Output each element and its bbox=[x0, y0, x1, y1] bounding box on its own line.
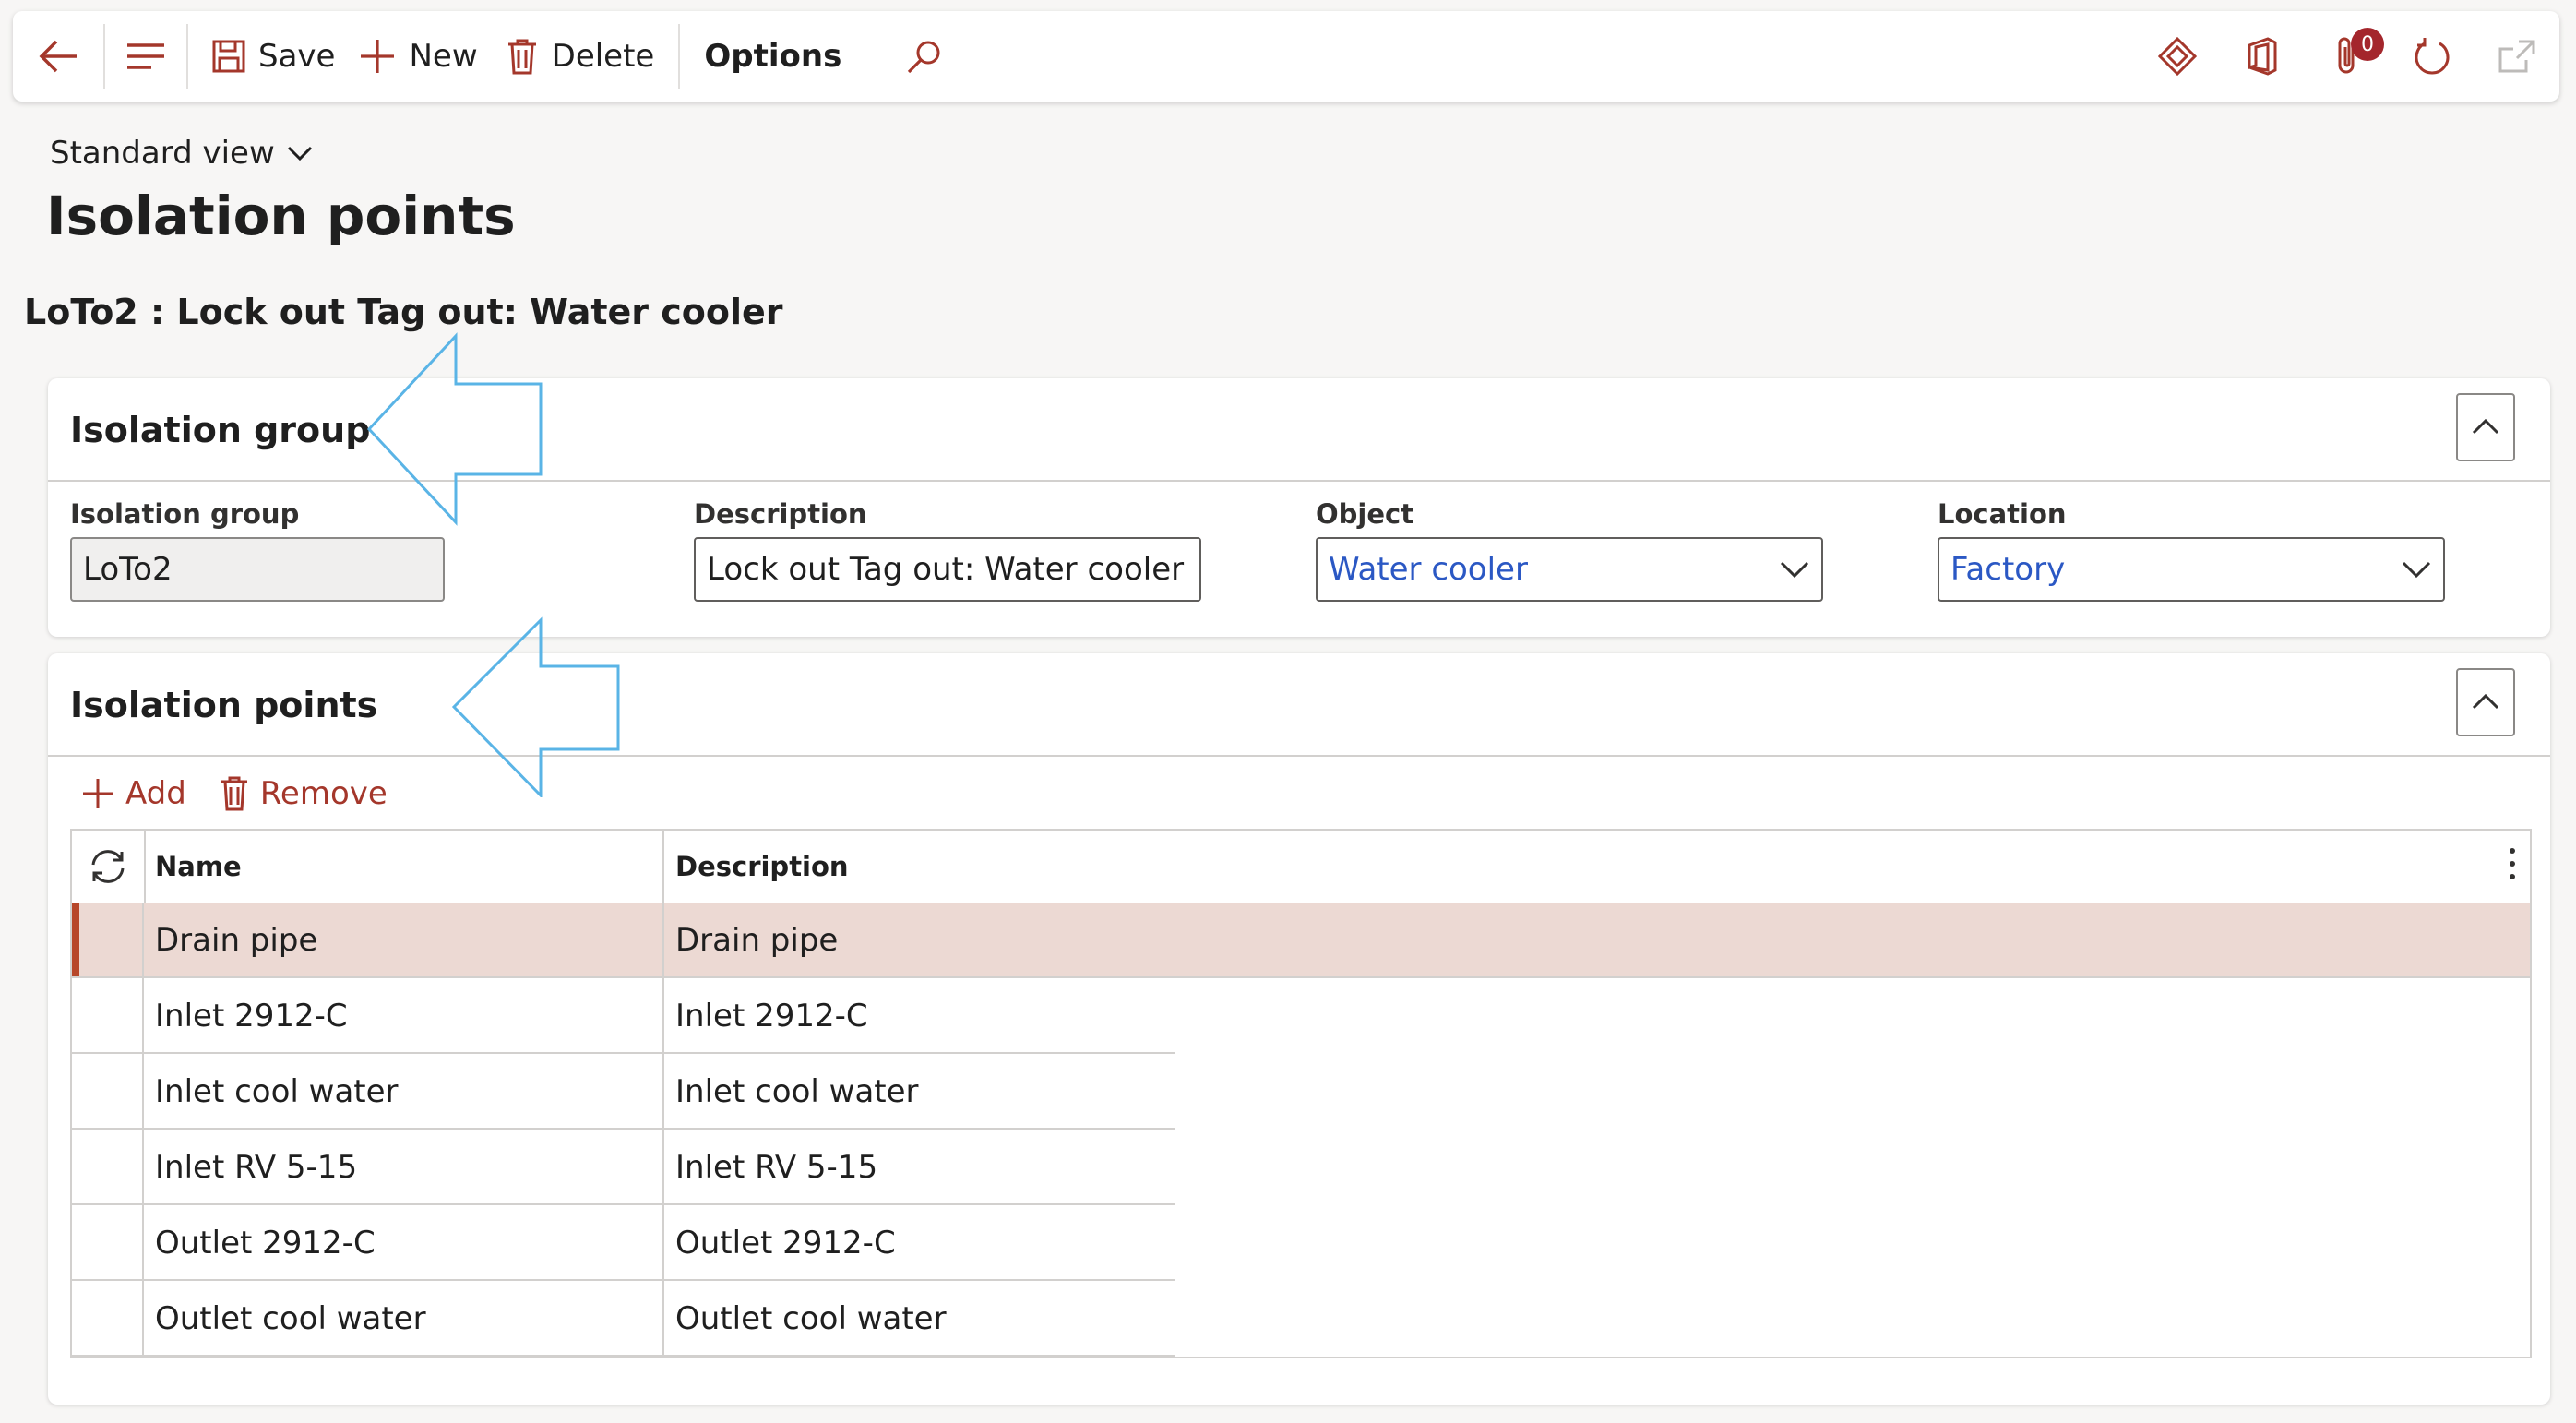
delete-button[interactable]: Delete bbox=[506, 11, 679, 102]
description-input[interactable]: Lock out Tag out: Water cooler bbox=[694, 537, 1201, 602]
isolation-points-panel: Isolation points Add Remove Name Descrip… bbox=[48, 653, 2550, 1405]
object-value: Water cooler bbox=[1329, 551, 1528, 588]
row-selector[interactable] bbox=[72, 1281, 144, 1357]
column-header-name[interactable]: Name bbox=[155, 851, 242, 882]
refresh-icon bbox=[91, 850, 125, 883]
description-label: Description bbox=[694, 498, 867, 530]
select-all-cell[interactable] bbox=[72, 831, 146, 903]
add-button[interactable]: Add bbox=[81, 775, 186, 812]
attachments-button[interactable]: 0 bbox=[2305, 11, 2390, 102]
column-divider bbox=[662, 831, 664, 903]
description-cell[interactable]: Drain pipe bbox=[664, 903, 838, 978]
row-selector[interactable] bbox=[72, 903, 144, 978]
open-new-window-button[interactable] bbox=[2475, 11, 2559, 102]
table-row[interactable]: Inlet 2912-C Inlet 2912-C bbox=[72, 978, 2530, 1054]
location-value: Factory bbox=[1950, 551, 2066, 588]
chevron-down-icon bbox=[287, 146, 312, 161]
description-cell[interactable]: Outlet cool water bbox=[664, 1281, 947, 1357]
description-cell[interactable]: Inlet cool water bbox=[664, 1054, 919, 1130]
trash-icon bbox=[221, 776, 247, 811]
chevron-down-icon[interactable] bbox=[1779, 559, 1810, 580]
table-row[interactable]: Inlet cool water Inlet cool water bbox=[72, 1054, 2530, 1130]
remove-button[interactable]: Remove bbox=[220, 775, 388, 812]
popout-icon bbox=[2498, 40, 2535, 73]
row-selector[interactable] bbox=[72, 978, 144, 1054]
table-row[interactable]: Inlet RV 5-15 Inlet RV 5-15 bbox=[72, 1130, 2530, 1205]
grid-header: Name Description bbox=[72, 831, 2530, 904]
row-divider bbox=[72, 1355, 1175, 1357]
isolation-points-title: Isolation points bbox=[70, 685, 378, 725]
annotation-arrow-icon bbox=[451, 616, 620, 797]
search-icon bbox=[908, 41, 940, 74]
plus-icon bbox=[83, 779, 113, 808]
plus-icon bbox=[361, 40, 395, 73]
search-button[interactable] bbox=[897, 11, 952, 102]
refresh-button[interactable] bbox=[2390, 11, 2475, 102]
chevron-up-icon bbox=[2472, 418, 2499, 435]
object-field: Object Water cooler bbox=[1316, 498, 1823, 602]
page-title: Isolation points bbox=[46, 185, 516, 247]
new-label: New bbox=[409, 38, 478, 75]
grid-toolbar: Add Remove bbox=[81, 775, 421, 812]
refresh-icon bbox=[2415, 38, 2450, 75]
name-cell[interactable]: Inlet cool water bbox=[144, 1054, 664, 1130]
view-selector[interactable]: Standard view bbox=[50, 135, 314, 172]
notification-badge: 0 bbox=[2351, 28, 2384, 61]
save-label: Save bbox=[258, 38, 336, 75]
name-cell[interactable]: Outlet cool water bbox=[144, 1281, 664, 1357]
chevron-down-icon[interactable] bbox=[2401, 559, 2432, 580]
row-selector[interactable] bbox=[72, 1130, 144, 1205]
more-vertical-icon bbox=[2510, 848, 2515, 879]
menu-button[interactable] bbox=[105, 11, 186, 102]
isolation-points-grid: Name Description Drain pipe Drain pipe I… bbox=[70, 829, 2532, 1358]
collapse-button[interactable] bbox=[2456, 668, 2515, 736]
name-cell[interactable]: Inlet 2912-C bbox=[144, 978, 664, 1054]
view-selector-label: Standard view bbox=[50, 135, 275, 172]
description-cell[interactable]: Inlet 2912-C bbox=[664, 978, 868, 1054]
name-cell[interactable]: Inlet RV 5-15 bbox=[144, 1130, 664, 1205]
table-row[interactable]: Outlet 2912-C Outlet 2912-C bbox=[72, 1205, 2530, 1281]
options-label: Options bbox=[704, 38, 842, 75]
column-header-description[interactable]: Description bbox=[675, 851, 849, 882]
name-cell[interactable]: Outlet 2912-C bbox=[144, 1205, 664, 1281]
object-lookup[interactable]: Water cooler bbox=[1316, 537, 1823, 602]
toolbar-right-group: 0 bbox=[2135, 11, 2559, 102]
object-label: Object bbox=[1316, 498, 1414, 530]
action-pane: Save New Delete Options 0 bbox=[13, 11, 2559, 102]
back-arrow-icon bbox=[39, 40, 77, 73]
office-button[interactable] bbox=[2220, 11, 2305, 102]
trash-icon bbox=[507, 39, 536, 75]
hamburger-icon bbox=[127, 43, 164, 69]
remove-label: Remove bbox=[259, 775, 388, 812]
annotation-arrow-icon bbox=[366, 332, 543, 526]
save-icon bbox=[212, 40, 245, 73]
new-button[interactable]: New bbox=[359, 11, 505, 102]
back-button[interactable] bbox=[13, 11, 103, 102]
name-cell[interactable]: Drain pipe bbox=[144, 903, 664, 978]
description-field: Description Lock out Tag out: Water cool… bbox=[694, 498, 1201, 602]
location-field: Location Factory bbox=[1938, 498, 2445, 602]
table-row[interactable]: Outlet cool water Outlet cool water bbox=[72, 1281, 2530, 1357]
office-icon bbox=[2248, 37, 2277, 76]
isolation-group-input[interactable]: LoTo2 bbox=[70, 537, 445, 602]
description-cell[interactable]: Inlet RV 5-15 bbox=[664, 1130, 877, 1205]
location-label: Location bbox=[1938, 498, 2067, 530]
description-cell[interactable]: Outlet 2912-C bbox=[664, 1205, 896, 1281]
save-button[interactable]: Save bbox=[188, 11, 359, 102]
record-title: LoTo2 : Lock out Tag out: Water cooler bbox=[24, 292, 783, 332]
add-label: Add bbox=[125, 775, 186, 812]
table-row[interactable]: Drain pipe Drain pipe bbox=[72, 903, 2530, 978]
delete-label: Delete bbox=[551, 38, 655, 75]
chevron-up-icon bbox=[2472, 693, 2499, 710]
isolation-group-title: Isolation group bbox=[70, 410, 371, 450]
more-options-button[interactable] bbox=[2508, 845, 2517, 889]
row-selector[interactable] bbox=[72, 1054, 144, 1130]
row-selector[interactable] bbox=[72, 1205, 144, 1281]
diamond-apps-icon bbox=[2158, 37, 2197, 76]
options-tab[interactable]: Options bbox=[680, 11, 897, 102]
isolation-points-header[interactable]: Isolation points bbox=[48, 653, 2550, 757]
collapse-button[interactable] bbox=[2456, 393, 2515, 461]
location-lookup[interactable]: Factory bbox=[1938, 537, 2445, 602]
power-apps-button[interactable] bbox=[2135, 11, 2220, 102]
